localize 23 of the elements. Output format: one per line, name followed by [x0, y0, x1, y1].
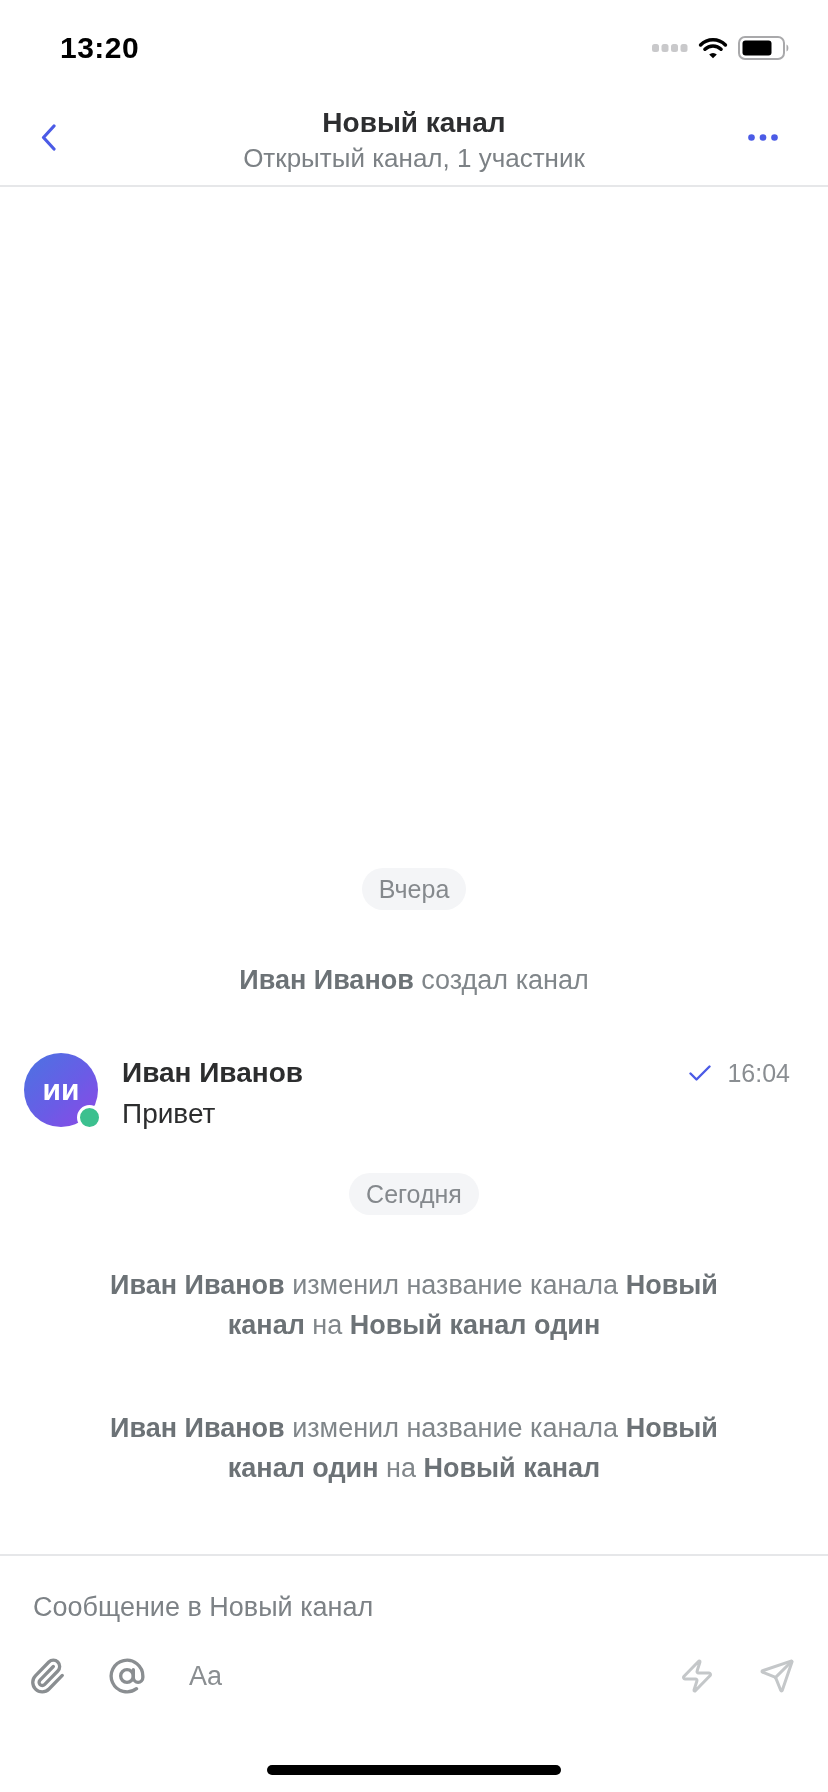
date-chip: Сегодня — [349, 1173, 479, 1215]
battery-icon — [738, 36, 790, 60]
more-icon — [748, 133, 778, 141]
wifi-icon — [698, 37, 728, 59]
message-input[interactable]: Сообщение в Новый канал — [0, 1582, 828, 1632]
system-message: Иван Иванов изменил название канала Новый канал один на Новый канал — [109, 1412, 719, 1485]
message-time: 16:04 — [727, 1058, 790, 1089]
date-chip: Вчера — [361, 868, 467, 910]
channel-subtitle: Открытый канал, 1 участник — [243, 142, 585, 175]
format-button[interactable]: Aa — [187, 1654, 225, 1698]
signal-icon — [652, 44, 688, 52]
status-time: 13:20 — [60, 30, 140, 66]
at-sign-icon — [108, 1657, 146, 1695]
lightning-icon — [679, 1658, 715, 1694]
back-icon — [40, 123, 56, 151]
send-icon — [759, 1658, 795, 1694]
author-name: Иван Иванов — [122, 1056, 303, 1090]
paperclip-icon — [28, 1657, 66, 1695]
message-text: Привет — [122, 1097, 217, 1131]
channel-title: Новый канал — [322, 106, 506, 140]
system-message: Иван Иванов изменил название канала Новый канал на Новый канал один — [109, 1269, 719, 1342]
avatar[interactable]: ии — [24, 1053, 98, 1127]
system-message: Иван Иванов создал канал — [239, 964, 589, 997]
